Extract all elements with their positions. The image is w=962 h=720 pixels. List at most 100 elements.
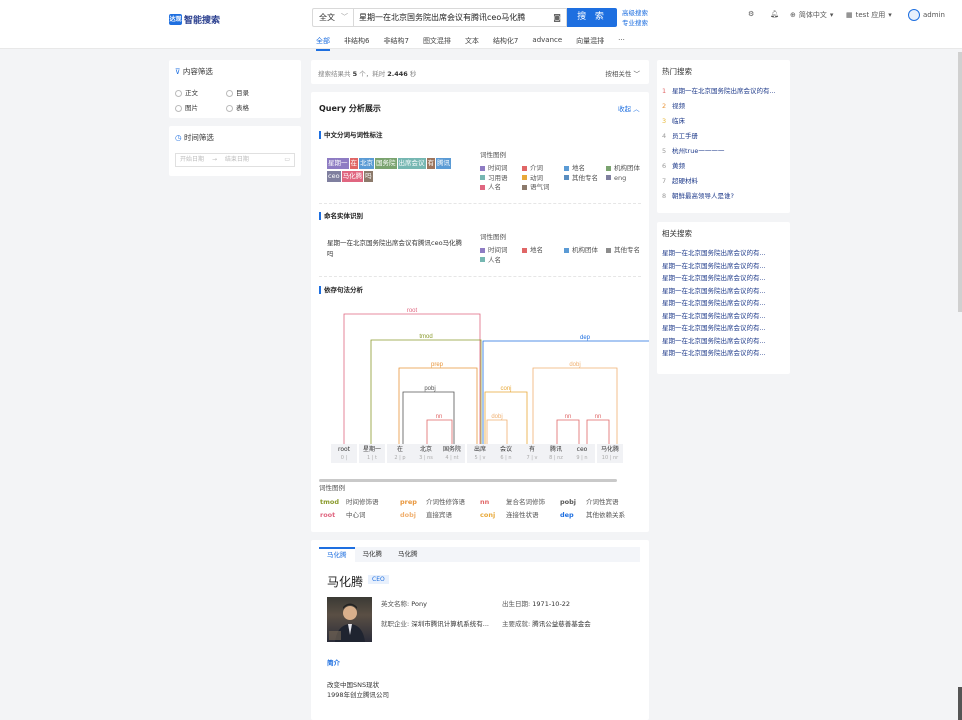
legend-swatch — [606, 247, 611, 253]
entity-company: 就职企业: 深圳市腾讯计算机系统有... — [381, 618, 489, 628]
date-range-picker[interactable]: 开始日期 → 结束日期 ▭ — [175, 153, 295, 167]
user-menu[interactable]: admin — [908, 9, 945, 21]
search-button[interactable]: 搜 索 — [567, 8, 617, 27]
arrow-right-icon: → — [211, 156, 217, 163]
page-scrollbar-thumb[interactable] — [958, 687, 962, 720]
scope-select[interactable]: 全文 ﹀ — [312, 8, 353, 27]
tab-item[interactable]: 全部 — [316, 36, 330, 51]
bell-icon[interactable]: 🔔︎ — [770, 10, 779, 18]
dep-token: 北京 3 | ns — [413, 444, 439, 463]
achieve-label: 主要成就: — [502, 620, 531, 628]
logo[interactable]: 达观 智能搜索 — [169, 13, 220, 26]
dep-legend-tag: conj — [480, 510, 496, 519]
legend-item: 其他专名 — [606, 246, 645, 256]
dep-legend-tag: nn — [480, 498, 490, 506]
hot-text: 视频 — [672, 102, 685, 110]
filter-option[interactable]: 正文 — [175, 87, 198, 97]
hot-rank: 6 — [662, 162, 667, 170]
dep-token-index: 1 | t — [366, 455, 377, 461]
filter-option[interactable]: 表格 — [226, 102, 249, 112]
advanced-search-link[interactable]: 高级搜索 — [622, 8, 648, 18]
results-summary-bar: 搜索结果共 5 个，耗时 2.446 秒 按相关性 ﹀ — [311, 60, 649, 84]
dep-legend-tag: prep — [400, 498, 417, 506]
tab-item[interactable]: 非结构7 — [383, 36, 408, 51]
dep-token: 腾讯 8 | nz — [543, 444, 569, 463]
result-count: 5 — [352, 70, 358, 78]
language-select[interactable]: ⊕ 简体中文 ▾ — [790, 10, 833, 20]
tab-item[interactable]: ··· — [618, 36, 625, 51]
hot-search-item[interactable]: 7 超硬材料 — [662, 174, 787, 189]
hot-search-item[interactable]: 2 视频 — [662, 99, 787, 114]
tab-item[interactable]: 向量混排 — [576, 36, 604, 51]
hot-text: 杭州true一一一一 — [672, 147, 725, 155]
dep-token-index: 9 | n — [576, 455, 588, 461]
entity-tab[interactable]: 马化腾 — [355, 547, 391, 562]
hot-rank: 7 — [662, 177, 667, 185]
legend-item: 人名 — [480, 256, 522, 266]
settings-icon[interactable]: ⚙ — [748, 10, 754, 18]
hot-search-item[interactable]: 3 临床 — [662, 114, 787, 129]
entity-tabs: 马化腾 马化腾 马化腾 — [319, 547, 640, 562]
collapse-button[interactable]: 收起 ︿ — [618, 103, 640, 113]
arc-label: prep — [431, 362, 444, 368]
horizontal-scrollbar[interactable] — [319, 479, 617, 482]
hot-search-item[interactable]: 4 员工手册 — [662, 129, 787, 144]
page-scrollbar[interactable] — [958, 52, 962, 312]
filter-option[interactable]: 图片 — [175, 102, 198, 112]
tab-item[interactable]: advance — [532, 36, 562, 51]
hot-search-item[interactable]: 5 杭州true一一一一 — [662, 144, 787, 159]
related-search-item[interactable]: 星期一在北京国务院出席会议的有... — [662, 260, 787, 273]
entity-tab[interactable]: 马化腾 — [390, 547, 426, 562]
related-search-item[interactable]: 星期一在北京国务院出席会议的有... — [662, 322, 787, 335]
arc-label: dep — [580, 335, 591, 341]
related-search-title: 相关搜索 — [662, 229, 692, 238]
legend-swatch — [522, 165, 527, 171]
tab-item[interactable]: 图文混排 — [423, 36, 451, 51]
tab-item[interactable]: 非结构6 — [344, 36, 369, 51]
hot-search-item[interactable]: 8 朝鲜最高领导人是谁? — [662, 189, 787, 204]
camera-icon[interactable]: ◙ — [553, 9, 561, 26]
app-select[interactable]: ▦ test 应用 ▾ — [846, 10, 892, 20]
legend-item: 时间词 — [480, 164, 522, 174]
intro-line: 1998年创立腾讯公司 — [327, 691, 390, 699]
arc-dobj2 — [532, 367, 618, 454]
legend-label: 介词 — [530, 164, 543, 172]
hot-search-item[interactable]: 1 星期一在北京国务院出席会议的有... — [662, 84, 787, 99]
chevron-up-icon: ︿ — [633, 105, 640, 113]
top-bar: 达观 智能搜索 全文 ﹀ 星期一在北京国务院出席会议有腾讯ceo马化腾 ◙ 搜 … — [0, 0, 962, 51]
related-search-item[interactable]: 星期一在北京国务院出席会议的有... — [662, 297, 787, 310]
legend-label: 人名 — [488, 255, 501, 264]
language-label: 简体中文 — [798, 11, 827, 19]
dep-token-index: 6 | n — [500, 455, 512, 461]
birth-value: 1971-10-22 — [532, 600, 571, 608]
dep-legend-tag: tmod — [320, 498, 339, 506]
hot-text: 朝鲜最高领导人是谁? — [672, 192, 734, 200]
seg-token: 国务院 — [375, 158, 397, 169]
hot-search-item[interactable]: 6 黄频 — [662, 159, 787, 174]
arc-prep — [398, 367, 478, 454]
related-search-item[interactable]: 星期一在北京国务院出席会议的有... — [662, 347, 787, 360]
legend-label: 人名 — [488, 183, 501, 191]
dep-token-index: 4 | nt — [445, 455, 459, 461]
hot-text: 临床 — [672, 117, 685, 125]
related-search-item[interactable]: 星期一在北京国务院出席会议的有... — [662, 310, 787, 323]
sort-select[interactable]: 按相关性 ﹀ — [605, 68, 640, 78]
radio-icon — [175, 89, 182, 97]
dep-token-word: ceo — [576, 446, 588, 453]
related-search-item[interactable]: 星期一在北京国务院出席会议的有... — [662, 335, 787, 348]
related-search-item[interactable]: 星期一在北京国务院出席会议的有... — [662, 272, 787, 285]
results-summary: 搜索结果共 5 个，耗时 2.446 秒 — [318, 68, 416, 78]
pro-search-link[interactable]: 专业搜索 — [622, 18, 648, 28]
entity-tab[interactable]: 马化腾 — [319, 547, 355, 562]
intro-text: 改变中国SNS现状 1998年创立腾讯公司 — [327, 680, 389, 700]
legend-swatch — [522, 184, 527, 190]
search-input[interactable]: 星期一在北京国务院出席会议有腾讯ceo马化腾 ◙ — [353, 8, 567, 27]
ner-section-title: 命名实体识别 — [319, 212, 363, 220]
related-search-item[interactable]: 星期一在北京国务院出席会议的有... — [662, 247, 787, 260]
tab-item[interactable]: 结构化7 — [493, 36, 518, 51]
start-date-placeholder: 开始日期 — [180, 156, 205, 163]
filter-option[interactable]: 目录 — [226, 87, 249, 97]
dep-token: 国务院 4 | nt — [439, 444, 465, 463]
related-search-item[interactable]: 星期一在北京国务院出席会议的有... — [662, 285, 787, 298]
tab-item[interactable]: 文本 — [465, 36, 479, 51]
